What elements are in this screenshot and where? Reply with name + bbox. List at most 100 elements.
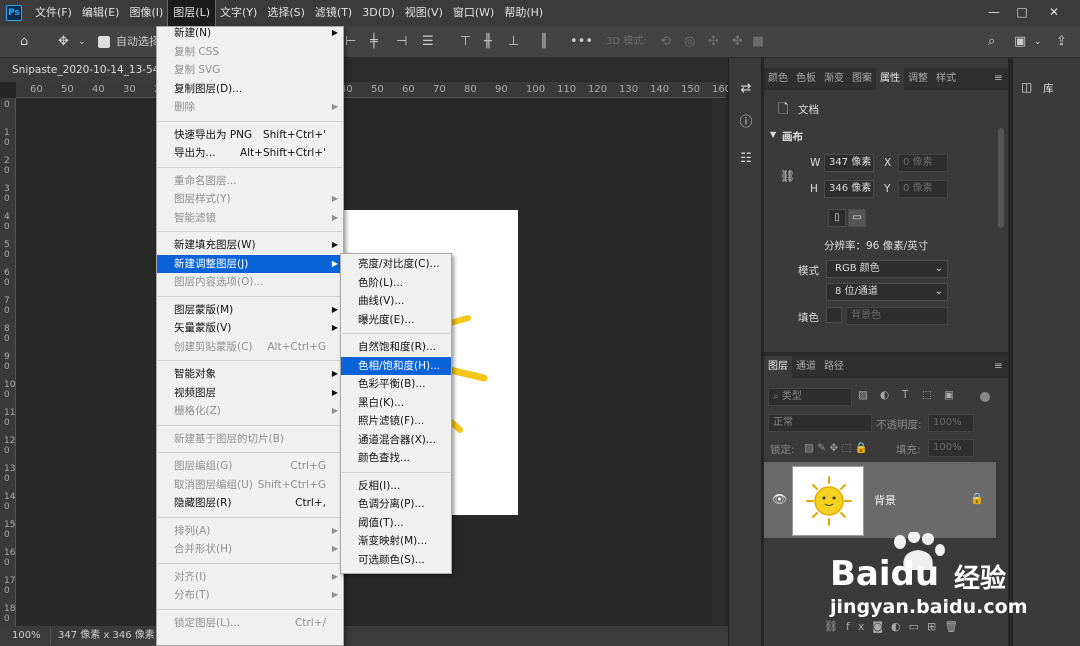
menu-item[interactable]: 图层编组(G) Ctrl+G (157, 457, 343, 475)
menu-item[interactable]: 通道混合器(X)... (341, 431, 451, 449)
y-field[interactable]: 0 像素 (898, 180, 948, 198)
menu-item[interactable]: 图层样式(Y) ▶ (157, 190, 343, 208)
panel-tab[interactable]: 渐变 (820, 68, 848, 90)
panel-tab[interactable]: 图层 (764, 356, 792, 378)
workspace-chevron-icon[interactable]: ⌄ (1034, 34, 1042, 50)
lock-icon[interactable]: 🔒 (970, 492, 984, 505)
menu-6[interactable]: 滤镜(T) (310, 0, 357, 26)
filter-smart-icon[interactable]: ▣ (944, 389, 954, 401)
library-icon[interactable]: ◫ (1021, 80, 1032, 94)
menu-item[interactable]: 复制 CSS (157, 43, 343, 61)
landscape-icon[interactable]: ▭ (848, 209, 866, 227)
opacity-field[interactable]: 100% (928, 414, 974, 432)
minimize-button[interactable]: — (984, 4, 1004, 20)
menu-item[interactable]: 复制 SVG (157, 61, 343, 79)
blend-mode-select[interactable]: 正常 (768, 414, 872, 432)
menu-item[interactable]: 黑白(K)... (341, 394, 451, 412)
height-field[interactable]: 346 像素 (824, 180, 874, 198)
menu-item[interactable]: 新建(N) ▶ (157, 24, 343, 42)
fill-swatch[interactable] (826, 307, 842, 323)
portrait-icon[interactable]: ▯ (828, 209, 846, 227)
x-field[interactable]: 0 像素 (898, 154, 948, 172)
home-icon[interactable]: ⌂ (20, 34, 28, 50)
align-left-icon[interactable]: ⊢ (345, 34, 356, 50)
menu-item[interactable]: 新建基于图层的切片(B) (157, 430, 343, 448)
history-icon[interactable]: ⇄ (737, 80, 755, 98)
align-top-icon[interactable]: ⊤ (460, 34, 471, 50)
collapse-arrow-icon[interactable]: ▼ (770, 130, 776, 139)
menu-item[interactable]: 新建调整图层(J) ▶ (157, 254, 343, 273)
align-bottom-icon[interactable]: ⊥ (508, 34, 519, 50)
filter-pixel-icon[interactable]: ▨ (858, 389, 868, 401)
3d-slide-icon[interactable]: ✤ (732, 34, 743, 50)
library-label[interactable]: 库 (1043, 81, 1054, 96)
properties-icon[interactable]: ☷ (737, 150, 755, 168)
layer-row-background[interactable]: 👁 背景 🔒 (764, 462, 996, 538)
visibility-eye-icon[interactable]: 👁 (772, 492, 787, 506)
menu-8[interactable]: 视图(V) (400, 0, 448, 26)
menu-item[interactable]: 删除 ▶ (157, 98, 343, 116)
align-middle-icon[interactable]: ╫ (484, 34, 492, 50)
fill-opacity-field[interactable]: 100% (928, 439, 974, 457)
menu-item[interactable]: 色调分离(P)... (341, 495, 451, 513)
menu-item[interactable]: 栅格化(Z) ▶ (157, 402, 343, 420)
menu-item[interactable]: 取消图层编组(U) Shift+Ctrl+G (157, 476, 343, 494)
menu-item[interactable]: 矢量蒙版(V) ▶ (157, 319, 343, 337)
panel-tab[interactable]: 路径 (820, 356, 848, 378)
menu-item[interactable]: 视频图层 ▶ (157, 384, 343, 402)
chevron-down-icon[interactable]: ⌄ (78, 34, 86, 50)
menu-9[interactable]: 窗口(W) (448, 0, 499, 26)
search-icon[interactable]: ⌕ (988, 34, 995, 50)
menu-item[interactable]: 新建填充图层(W) ▶ (157, 236, 343, 254)
filter-type-icon[interactable]: T (902, 389, 908, 401)
depth-select[interactable]: 8 位/通道 ⌄ (826, 283, 948, 301)
3d-roll-icon[interactable]: ◎ (684, 34, 695, 50)
align-center-icon[interactable]: ╪ (370, 34, 378, 50)
panel-tab[interactable]: 调整 (904, 68, 932, 90)
filter-adjust-icon[interactable]: ◐ (880, 389, 889, 401)
menu-item[interactable]: 创建剪贴蒙版(C) Alt+Ctrl+G (157, 338, 343, 356)
panel-tab[interactable]: 颜色 (764, 68, 792, 90)
layer-name[interactable]: 背景 (874, 492, 896, 508)
menu-item[interactable]: 色相/饱和度(H)... (341, 356, 451, 375)
menu-item[interactable]: 分布(T) ▶ (157, 586, 343, 604)
layers-menu-icon[interactable]: ≡ (994, 360, 1003, 372)
menu-item[interactable]: 自然饱和度(R)... (341, 338, 451, 356)
menu-item[interactable]: 智能滤镜 ▶ (157, 209, 343, 227)
canvas-scrollbar[interactable] (712, 98, 726, 626)
menu-item[interactable]: 色彩平衡(B)... (341, 375, 451, 393)
menu-4[interactable]: 文字(Y) (215, 0, 262, 26)
share-icon[interactable]: ⇪ (1056, 34, 1067, 50)
panel-tab[interactable]: 样式 (932, 68, 960, 90)
menu-item[interactable]: 颜色查找... (341, 449, 451, 467)
panel-menu-icon[interactable]: ≡ (994, 72, 1003, 84)
zoom-level[interactable]: 100% (12, 626, 41, 646)
close-button[interactable]: ✕ (1044, 4, 1064, 20)
workspace-icon[interactable]: ▣ (1014, 34, 1026, 50)
mode-select[interactable]: RGB 颜色 ⌄ (826, 260, 948, 278)
maximize-button[interactable]: □ (1012, 4, 1032, 20)
align-right-icon[interactable]: ⊣ (396, 34, 407, 50)
menu-item[interactable]: 复制图层(D)... (157, 80, 343, 98)
lock-pixels-icon[interactable]: ▨ ✎ ✥ ⬚ 🔒 (804, 441, 868, 454)
move-tool-icon[interactable]: ✥ (58, 34, 69, 50)
document-tab[interactable]: Snipaste_2020-10-14_13-54-33 (0, 58, 158, 82)
menu-item[interactable]: 排列(A) ▶ (157, 522, 343, 540)
menu-item[interactable]: 可选颜色(S)... (341, 551, 451, 569)
filter-toggle[interactable] (980, 392, 990, 402)
menu-0[interactable]: 文件(F) (30, 0, 77, 26)
panel-tab[interactable]: 通道 (792, 356, 820, 378)
auto-select-checkbox[interactable] (98, 36, 110, 48)
menu-item[interactable]: 快速导出为 PNG Shift+Ctrl+' (157, 126, 343, 144)
menu-item[interactable]: 重命名图层... (157, 172, 343, 190)
menu-item[interactable]: 阈值(T)... (341, 514, 451, 532)
menu-item[interactable]: 渐变映射(M)... (341, 532, 451, 550)
props-scrollbar[interactable] (998, 128, 1004, 228)
3d-camera-icon[interactable]: ■ (752, 34, 764, 50)
menu-item[interactable]: 锁定图层(L)... Ctrl+/ (157, 614, 343, 632)
menu-1[interactable]: 编辑(E) (77, 0, 125, 26)
more-options-icon[interactable]: ••• (570, 34, 593, 50)
info-icon[interactable]: ⓘ (737, 114, 755, 132)
menu-item[interactable]: 隐藏图层(R) Ctrl+, (157, 494, 343, 512)
menu-item[interactable]: 对齐(I) ▶ (157, 568, 343, 586)
